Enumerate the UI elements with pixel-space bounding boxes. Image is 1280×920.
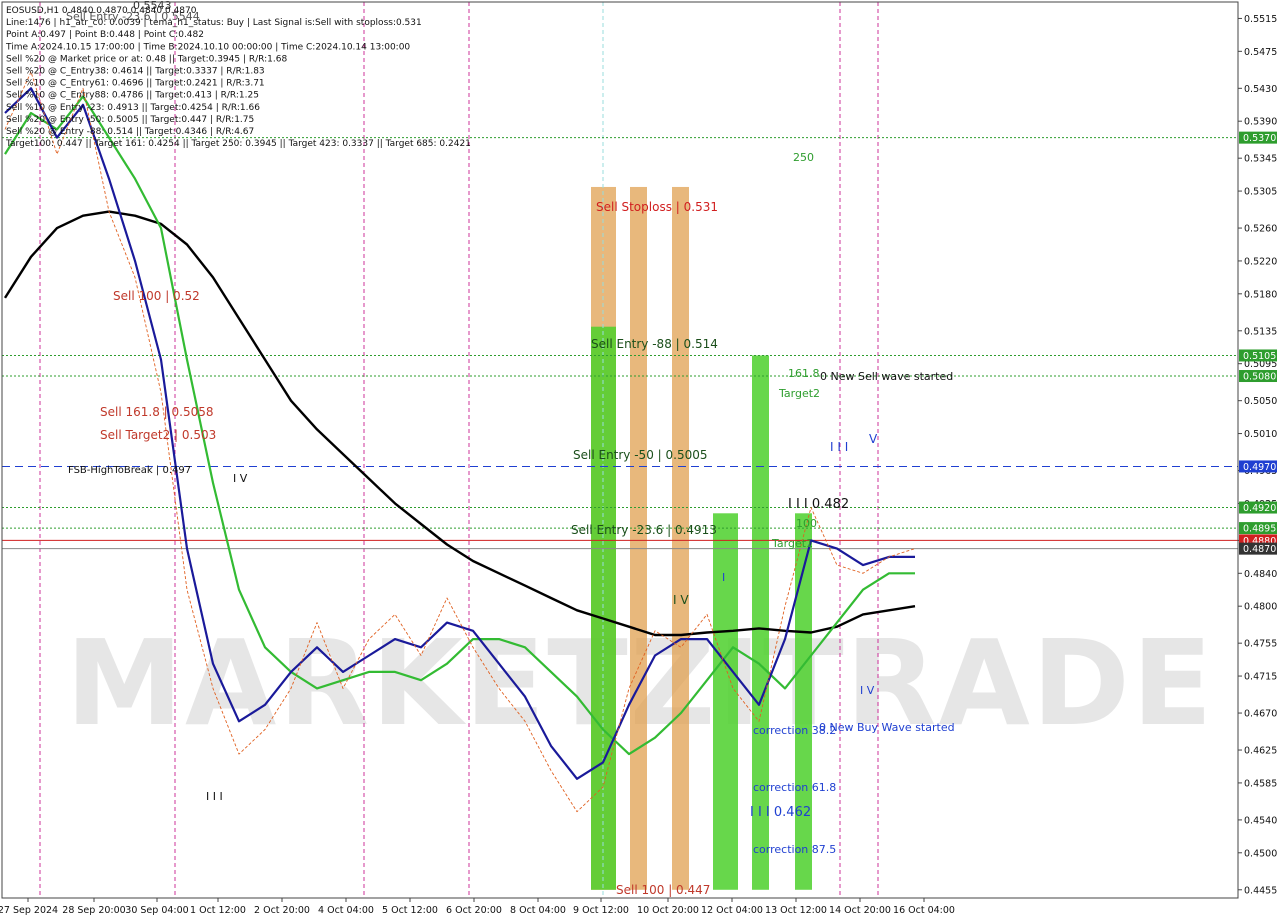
chart-annotation: 0 New Buy Wave started [819, 721, 955, 734]
x-tick-label: 6 Oct 20:00 [446, 905, 502, 916]
y-tick-label: 0.4800 [1244, 602, 1277, 613]
x-tick-label: 30 Sep 04:00 [125, 905, 188, 916]
chart-annotation: I I I [206, 790, 223, 803]
chart-annotation: Sell Entry -88 | 0.514 [591, 337, 718, 351]
x-tick-label: 4 Oct 04:00 [318, 905, 374, 916]
info-line: Sell %10 @ Entry -23: 0.4913 || Target:0… [6, 103, 260, 113]
y-tick-label: 0.5135 [1244, 326, 1277, 337]
chart-annotation: Sell 100 | 0.447 [616, 883, 710, 897]
y-tick-label: 0.5260 [1244, 224, 1277, 235]
x-tick-label: 14 Oct 20:00 [829, 905, 891, 916]
chart-annotation: Sell 100 | 0.52 [113, 289, 200, 303]
y-tick-label: 0.5475 [1244, 47, 1277, 58]
price-badge-label: 0.5080 [1243, 372, 1276, 383]
price-badge-label: 0.4895 [1243, 524, 1276, 535]
y-tick-label: 0.4585 [1244, 778, 1277, 789]
y-tick-label: 0.5390 [1244, 117, 1277, 128]
info-line: Target100: 0.447 || Target 161: 0.4254 |… [5, 139, 471, 149]
price-badge-label: 0.5105 [1243, 351, 1276, 362]
chart-annotation: Sell Stoploss | 0.531 [596, 200, 718, 214]
chart-annotation: I I I [830, 440, 848, 454]
y-tick-label: 0.4840 [1244, 569, 1277, 580]
chart-annotation: I V [860, 684, 875, 697]
y-tick-label: 0.5430 [1244, 84, 1277, 95]
y-tick-label: 0.4500 [1244, 848, 1277, 859]
info-line: Line:1476 | h1_atr_c0: 0.0039 | tema_h1_… [6, 18, 422, 28]
x-tick-label: 2 Oct 20:00 [254, 905, 310, 916]
y-tick-label: 0.4540 [1244, 815, 1277, 826]
chart-annotation: FSB-HighToBreak | 0.497 [68, 465, 191, 476]
chart-annotation: Sell Target2 | 0.503 [100, 428, 216, 442]
x-tick-label: 12 Oct 04:00 [701, 905, 763, 916]
x-tick-label: 1 Oct 12:00 [190, 905, 246, 916]
y-tick-label: 0.5010 [1244, 429, 1277, 440]
y-tick-label: 0.5305 [1244, 187, 1277, 198]
y-tick-label: 0.5050 [1244, 396, 1277, 407]
zone-bar [672, 186, 689, 890]
chart-annotation: V [869, 432, 878, 446]
y-tick-label: 0.5180 [1244, 289, 1277, 300]
chart-annotation: I [722, 571, 725, 584]
y-tick-label: 0.4625 [1244, 746, 1277, 757]
chart-annotation: I I I 0.482 [788, 497, 849, 512]
y-tick-label: 0.4755 [1244, 639, 1277, 650]
info-line: Time A:2024.10.15 17:00:00 | Time B:2024… [5, 42, 410, 52]
chart-annotation: correction 87.5 [753, 843, 836, 856]
x-tick-label: 9 Oct 12:00 [573, 905, 629, 916]
zone-bar [713, 513, 738, 890]
price-badge-label: 0.4920 [1243, 503, 1276, 514]
y-tick-label: 0.4715 [1244, 672, 1277, 683]
price-badge-label: 0.5370 [1243, 133, 1276, 144]
y-tick-label: 0.5220 [1244, 256, 1277, 267]
chart-annotation: 161.8 [788, 367, 820, 380]
info-line: Sell %20 @ Entry -88: 0.514 || Target:0.… [6, 127, 254, 137]
zone-bar [630, 186, 647, 890]
info-line: Sell %10 @ C_Entry61: 0.4696 || Target:0… [6, 79, 265, 89]
chart-annotation: I V [673, 593, 689, 607]
info-line: Sell %20 @ C_Entry38: 0.4614 || Target:0… [6, 67, 265, 77]
chart-annotation: Target2 [778, 387, 820, 400]
price-badge-label: 0.4870 [1243, 544, 1276, 555]
info-line: EOSUSD,H1 0.4840 0.4870 0.4840 0.4870 [6, 6, 197, 16]
info-line: Sell %20 @ Market price or at: 0.48 || T… [6, 54, 287, 64]
chart-annotation: 250 [793, 151, 814, 164]
chart-annotation: I V [233, 472, 248, 485]
y-tick-label: 0.5515 [1244, 14, 1277, 25]
info-line: Sell %20 @ Entry -50: 0.5005 || Target:0… [6, 115, 254, 125]
chart-annotation: Target1 [771, 537, 813, 550]
y-tick-label: 0.4670 [1244, 709, 1277, 720]
x-tick-label: 10 Oct 20:00 [637, 905, 699, 916]
chart-annotation: Sell Entry -50 | 0.5005 [573, 448, 707, 462]
chart-annotation: Sell Entry -23.6 | 0.4913 [571, 523, 717, 537]
x-tick-label: 28 Sep 20:00 [62, 905, 125, 916]
price-chart: MARKETZITRADE Sell Entry -23.6 | 0.55440… [0, 0, 1280, 920]
y-tick-label: 0.5345 [1244, 154, 1277, 165]
x-tick-label: 5 Oct 12:00 [382, 905, 438, 916]
x-tick-label: 13 Oct 12:00 [765, 905, 827, 916]
info-line: Sell %10 @ C_Entry88: 0.4786 || Target:0… [6, 91, 259, 101]
chart-annotation: 100 [796, 517, 817, 530]
info-line: Point A:0.497 | Point B:0.448 | Point C:… [6, 30, 204, 40]
chart-annotation: 0 New Sell wave started [820, 370, 953, 383]
x-tick-label: 27 Sep 2024 [0, 905, 58, 916]
x-tick-label: 16 Oct 04:00 [893, 905, 955, 916]
chart-annotation: Sell 161.8 | 0.5058 [100, 405, 214, 419]
y-tick-label: 0.4455 [1244, 885, 1277, 896]
chart-annotation: correction 61.8 [753, 781, 836, 794]
x-tick-label: 8 Oct 04:00 [510, 905, 566, 916]
chart-annotation: I I I 0.462 [750, 805, 811, 820]
price-badge-label: 0.4970 [1243, 462, 1276, 473]
